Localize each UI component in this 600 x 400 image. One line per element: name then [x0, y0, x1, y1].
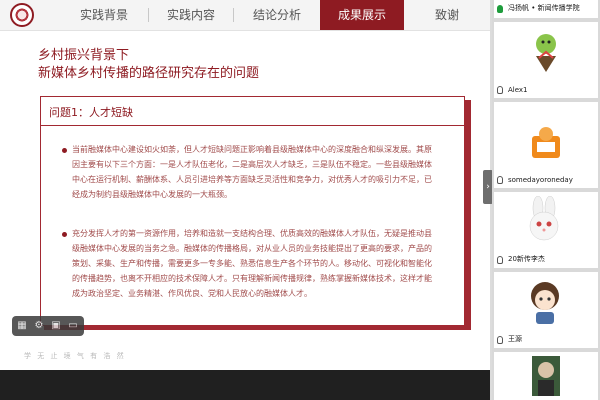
mic-muted-icon: [497, 176, 503, 184]
box-shadow-right: [465, 100, 471, 330]
tab-practice-content[interactable]: 实践内容: [149, 0, 233, 30]
settings-icon[interactable]: ⚙: [33, 320, 45, 332]
university-seal-logo: [10, 3, 34, 27]
mic-muted-icon: [497, 336, 503, 344]
tab-results-display[interactable]: 成果展示: [320, 0, 404, 30]
participant-tile[interactable]: 冯扬帆 • 新闻传播学院: [494, 0, 598, 18]
presentation-controls: ▦ ⚙ ▣ ▭: [12, 316, 84, 336]
participant-name: 20新传李杰: [508, 255, 545, 263]
slide-title-line2: 新媒体乡村传播的路径研究存在的问题: [38, 66, 260, 81]
avatar: [532, 127, 560, 158]
participant-name: somedayoroneday: [508, 176, 573, 184]
participant-tile[interactable]: 20新传李杰: [494, 192, 598, 268]
footer-motto: 学 无 止 境 气 有 浩 然: [24, 352, 126, 360]
slide-nav-bar: 实践背景 实践内容 结论分析 成果展示 致谢: [0, 0, 490, 31]
mic-muted-icon: [497, 256, 503, 264]
mic-muted-icon: [497, 86, 503, 94]
participant-tile[interactable]: somedayoroneday: [494, 102, 598, 188]
tab-practice-background[interactable]: 实践背景: [60, 0, 148, 30]
participant-tile[interactable]: 王源: [494, 272, 598, 348]
presentation-slide: 实践背景 实践内容 结论分析 成果展示 致谢 乡村振兴背景下 新媒体乡村传播的路…: [0, 0, 490, 400]
avatar: [532, 356, 560, 396]
paragraph-talent-development: 充分发挥人才的第一资源作用，培养和造就一支结构合理、优质高效的融媒体人才队伍，无…: [72, 229, 432, 298]
grid-icon[interactable]: ▦: [16, 320, 28, 332]
screen-icon[interactable]: ▭: [67, 320, 79, 332]
mic-on-icon: [497, 5, 503, 13]
avatar: [536, 34, 556, 72]
tab-acknowledgements[interactable]: 致谢: [404, 0, 490, 30]
participant-name: 王源: [508, 335, 522, 343]
problem-heading: 问题1：人才短缺: [49, 106, 133, 119]
slide-bottom-bar: [0, 370, 490, 400]
participant-tile[interactable]: [494, 352, 598, 400]
image-icon[interactable]: ▣: [50, 320, 62, 332]
bullet-dot: [62, 148, 67, 153]
box-shadow-bottom: [44, 326, 471, 330]
tab-conclusion-analysis[interactable]: 结论分析: [234, 0, 320, 30]
participant-name: Alex1: [508, 86, 528, 94]
avatar: [529, 196, 559, 241]
participant-name: 冯扬帆 • 新闻传播学院: [508, 4, 580, 12]
paragraph-talent-shortage: 当前融媒体中心建设如火如荼，但人才短缺问题正影响着县级融媒体中心的深度融合和纵深…: [72, 145, 432, 199]
avatar: [531, 282, 559, 324]
slide-title-line1: 乡村振兴背景下: [38, 48, 130, 63]
bullet-dot: [62, 232, 67, 237]
heading-divider: [41, 125, 464, 126]
participant-tile[interactable]: Alex1: [494, 22, 598, 98]
